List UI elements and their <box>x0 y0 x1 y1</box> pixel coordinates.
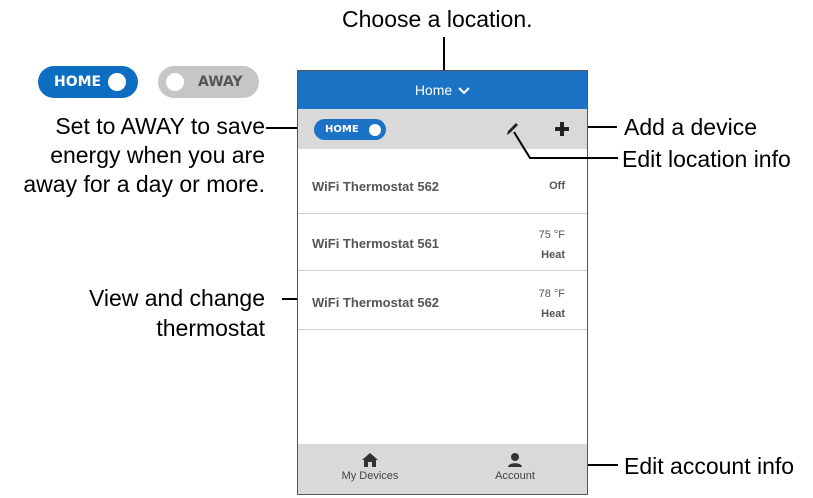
callout-add-device: Add a device <box>624 114 757 140</box>
device-row[interactable]: WiFi Thermostat 562 Off <box>298 159 587 214</box>
home-icon <box>325 452 415 468</box>
chevron-down-icon <box>458 82 470 98</box>
away-toggle-label: AWAY <box>198 74 243 90</box>
callout-edit-account: Edit account info <box>624 453 795 479</box>
home-toggle-label: HOME <box>54 74 102 90</box>
callout-view-change-line2: thermostat <box>156 315 265 341</box>
device-mode: Heat <box>541 249 565 261</box>
away-toggle-example: AWAY <box>158 66 259 98</box>
home-away-toggle-label: HOME <box>325 124 359 135</box>
device-name: WiFi Thermostat 561 <box>312 235 440 251</box>
callout-set-away-line2: energy when you are <box>50 142 265 168</box>
device-row[interactable]: WiFi Thermostat 561 75 °F Heat <box>298 216 587 271</box>
tab-account[interactable]: Account <box>470 452 560 482</box>
bottom-tab-bar: My Devices Account <box>298 444 587 494</box>
device-row[interactable]: WiFi Thermostat 562 78 °F Heat <box>298 275 587 330</box>
tab-account-label: Account <box>495 470 535 482</box>
home-away-toggle[interactable]: HOME <box>314 119 386 140</box>
tab-my-devices[interactable]: My Devices <box>325 452 415 482</box>
location-name: Home <box>414 82 453 98</box>
device-mode: Off <box>549 180 565 192</box>
callout-set-away: Set to AWAY to save energy when you are … <box>23 112 265 199</box>
callout-set-away-line3: away for a day or more. <box>23 171 265 197</box>
callout-view-change-line1: View and change <box>88 285 265 311</box>
tab-my-devices-label: My Devices <box>341 470 399 482</box>
callout-choose-location: Choose a location. <box>342 6 533 32</box>
device-temperature: 78 °F <box>538 288 565 300</box>
toggle-knob <box>369 123 381 136</box>
callout-view-change: View and change thermostat <box>89 283 265 343</box>
device-name: WiFi Thermostat 562 <box>312 294 440 310</box>
device-temperature: 75 °F <box>538 229 565 241</box>
device-name: WiFi Thermostat 562 <box>312 178 440 194</box>
callout-line-edit-location <box>513 131 618 159</box>
device-mode: Heat <box>541 308 565 320</box>
home-toggle-example: HOME <box>38 66 138 98</box>
callout-set-away-line1: Set to AWAY to save <box>55 113 265 139</box>
toggle-knob <box>108 73 126 91</box>
user-icon <box>470 452 560 468</box>
callout-edit-location: Edit location info <box>622 146 791 172</box>
location-selector[interactable]: Home <box>298 71 587 109</box>
toggle-knob <box>166 73 184 91</box>
